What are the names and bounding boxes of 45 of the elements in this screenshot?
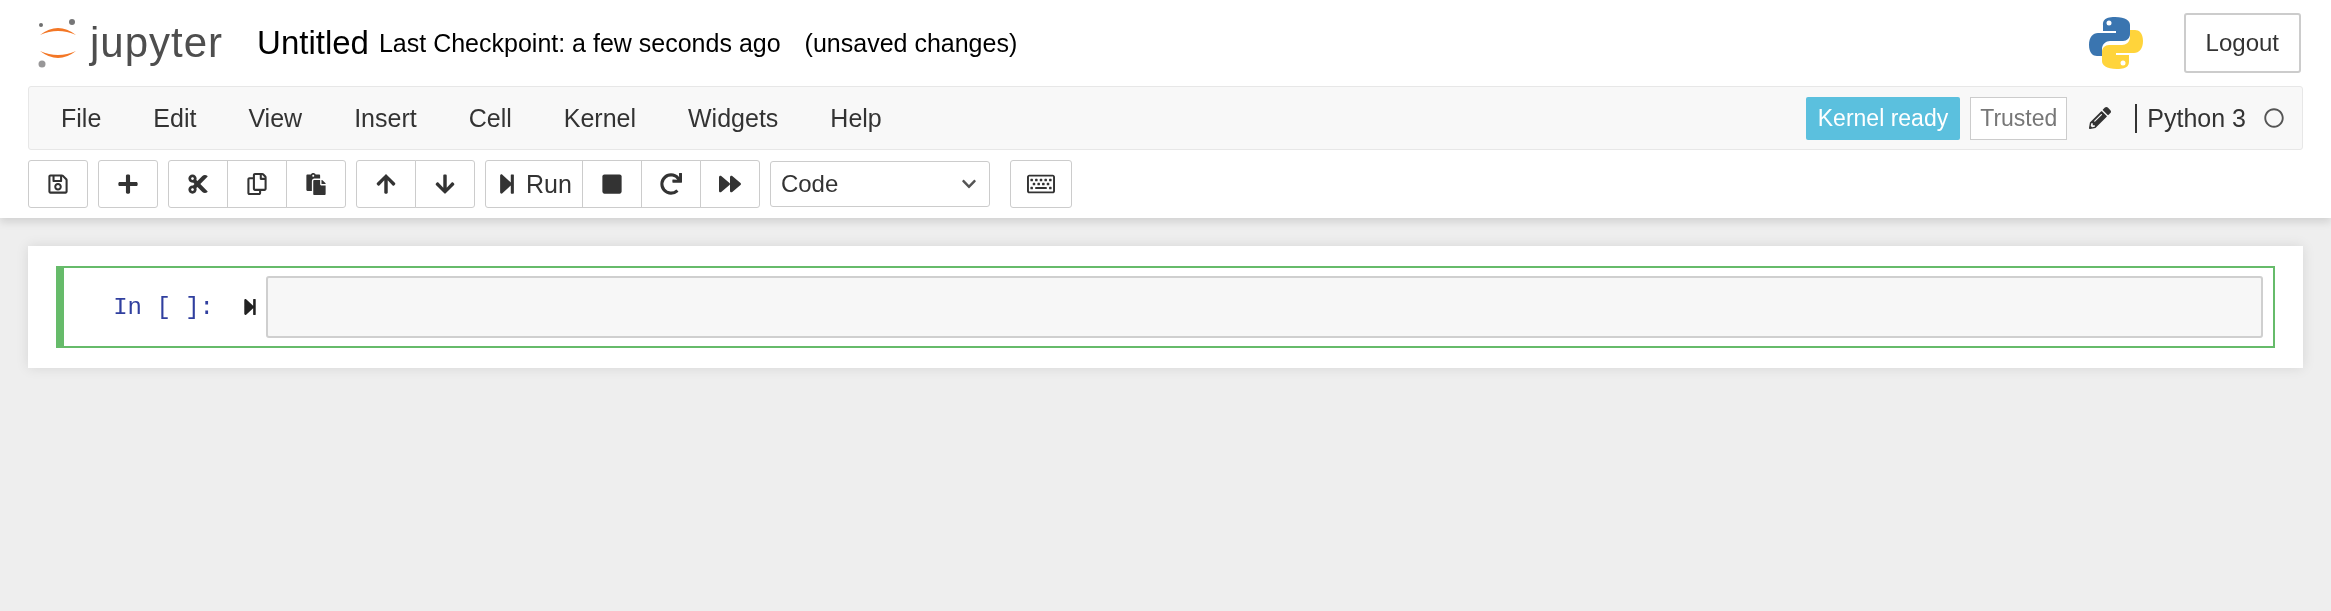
autosave-status: (unsaved changes) xyxy=(804,28,1018,58)
menu-item[interactable]: View xyxy=(228,103,335,133)
kernel-notification: Kernel ready xyxy=(1805,96,1961,140)
trusted-indicator[interactable]: Trusted xyxy=(1970,96,2068,140)
toolbar-button[interactable] xyxy=(581,160,642,208)
toolbar-button[interactable] xyxy=(168,160,228,208)
notebook-name[interactable]: Untitled xyxy=(257,24,369,62)
toolbar-button[interactable] xyxy=(415,160,475,208)
paste-icon xyxy=(305,173,327,195)
code-cell[interactable]: In [ ]: xyxy=(56,266,2275,348)
menu-item[interactable]: Kernel xyxy=(543,103,668,133)
keyboard-button[interactable] xyxy=(1009,160,1072,208)
menu-item[interactable]: Cell xyxy=(448,103,544,133)
menu-item[interactable]: Help xyxy=(810,103,914,133)
toolbar-button[interactable] xyxy=(356,160,416,208)
checkpoint-text: Last Checkpoint: a few seconds ago xyxy=(378,28,781,58)
logo-text[interactable]: jupyter xyxy=(90,19,224,67)
toolbar-button[interactable] xyxy=(28,160,88,208)
scissors-icon xyxy=(187,173,209,195)
toolbar-button[interactable] xyxy=(98,160,158,208)
copy-icon xyxy=(246,173,268,195)
restart-icon xyxy=(659,173,682,195)
arrow-up-icon xyxy=(375,173,397,195)
cell-type-dropdown[interactable]: Code xyxy=(769,161,990,207)
run-button[interactable]: Run xyxy=(485,160,583,208)
kernel-name: Python 3 xyxy=(2135,103,2246,133)
plus-icon xyxy=(117,173,139,195)
menu-item[interactable]: Widgets xyxy=(668,103,811,133)
toolbar-button[interactable] xyxy=(699,160,760,208)
pencil-icon xyxy=(2089,107,2112,129)
toolbar-button[interactable] xyxy=(286,160,346,208)
logout-button[interactable]: Logout xyxy=(2183,13,2301,73)
toolbar-button[interactable] xyxy=(227,160,287,208)
input-prompt: In [ ]: xyxy=(112,293,214,321)
fast-forward-icon xyxy=(718,173,741,195)
save-icon xyxy=(47,173,69,195)
menu-item[interactable]: Insert xyxy=(334,103,449,133)
stop-icon xyxy=(600,173,623,195)
step-forward-icon[interactable] xyxy=(242,296,258,318)
code-input-field[interactable] xyxy=(266,276,2263,338)
menu-item[interactable]: Edit xyxy=(133,103,229,133)
arrow-down-icon xyxy=(434,173,456,195)
python-logo-icon xyxy=(2087,15,2144,71)
menu-item[interactable]: File xyxy=(41,103,134,133)
toolbar-button[interactable] xyxy=(640,160,701,208)
